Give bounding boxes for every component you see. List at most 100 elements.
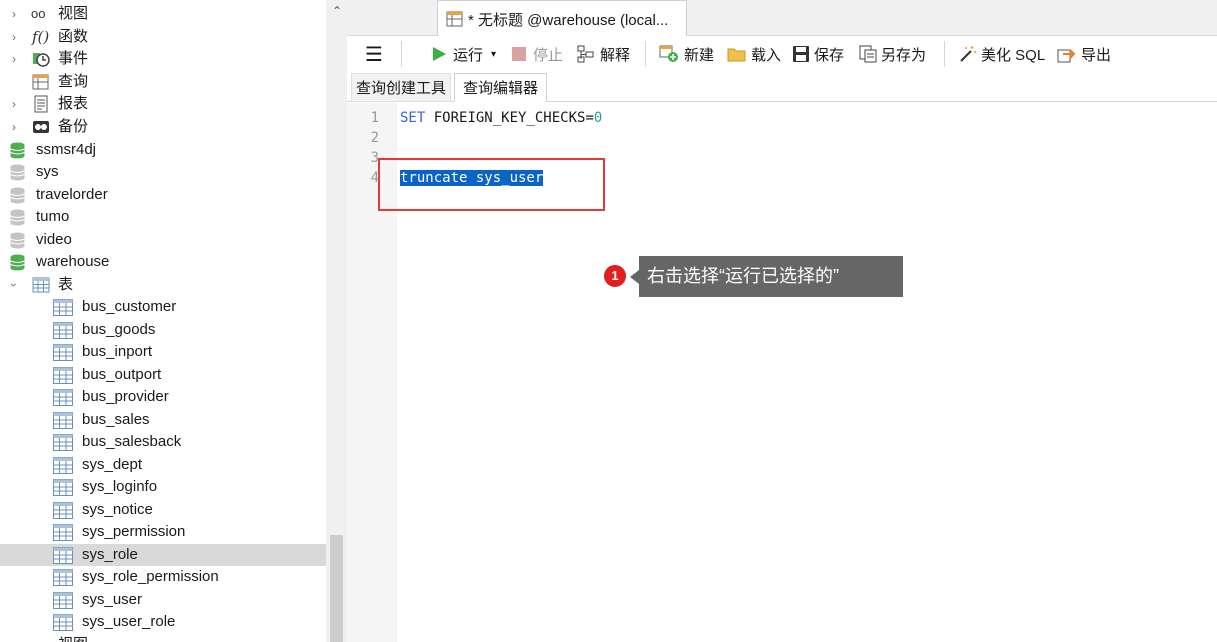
sidebar-scrollbar[interactable] [326,0,347,642]
tree-item-queries[interactable]: 查询 [0,71,326,94]
save-icon [793,46,809,62]
table-row[interactable]: sys_dept [0,454,326,477]
explain-label: 解释 [600,46,631,64]
run-button[interactable]: 运行 ▾ [431,43,496,65]
table-name: bus_outport [82,365,162,383]
table-name: sys_permission [82,523,186,541]
table-name: sys_notice [82,500,153,518]
folder-icon [727,48,746,62]
backup-icon [33,121,49,133]
database-open-icon [10,254,25,271]
tree-item-functions[interactable]: › f() 函数 [0,26,326,49]
tab-untitled-query[interactable]: * 无标题 @warehouse (local... [437,0,687,36]
table-icon [53,614,73,631]
beautify-sql-label: 美化 SQL [981,46,1046,64]
tree-item-views-partial[interactable]: 视图 [0,634,326,642]
table-name: bus_goods [82,320,156,338]
table-row[interactable]: bus_goods [0,319,326,342]
toolbar-separator [645,41,646,67]
scrollbar-thumb[interactable] [330,535,343,642]
annotation-step-badge: 1 [602,263,628,289]
query-window: ⌃ * 无标题 @warehouse (local... ☰ 运行 ▾ 停止 解… [332,0,1217,642]
beautify-sql-button[interactable]: 美化 SQL [957,43,1045,65]
tree-group-tables[interactable]: › 表 [0,274,326,297]
table-name: bus_customer [82,298,177,316]
chevron-up-icon[interactable]: ⌃ [329,4,345,18]
table-row[interactable]: sys_role_permission [0,566,326,589]
glasses-icon: oo [31,6,46,21]
line-number: 2 [370,130,379,146]
table-row[interactable]: sys_permission [0,521,326,544]
table-row[interactable]: bus_salesback [0,431,326,454]
tree-db-warehouse[interactable]: warehouse [0,251,326,274]
table-icon [53,569,73,586]
stop-button[interactable]: 停止 [512,43,563,65]
table-row[interactable]: bus_inport [0,341,326,364]
chevron-right-icon[interactable]: › [8,48,20,70]
dropdown-arrow-icon[interactable]: ▾ [491,49,496,60]
chevron-right-icon[interactable]: › [8,3,20,25]
table-row[interactable]: sys_role [0,543,326,566]
chevron-right-icon[interactable]: › [8,116,20,138]
query-icon [446,11,463,27]
export-button[interactable]: 导出 [1057,43,1111,65]
table-icon [53,366,73,384]
database-label: travelorder [36,186,108,204]
save-as-button[interactable]: 另存为 [859,43,926,65]
tree-item-views[interactable]: › oo 视图 [0,3,326,26]
table-icon [53,299,73,316]
table-name: sys_loginfo [82,478,158,496]
line-number: 4 [370,170,379,186]
save-button[interactable]: 保存 [792,43,844,65]
tree-item-label: 表 [58,276,74,294]
sql-keyword: SET [400,110,426,126]
chevron-right-icon[interactable]: › [8,93,20,115]
table-name: bus_sales [82,410,150,428]
database-open-icon [10,142,25,159]
tree-item-label: 备份 [58,118,89,136]
tree-db-video[interactable]: video [0,229,326,252]
tree-db-ssmsr4dj[interactable]: ssmsr4dj [0,139,326,162]
run-label: 运行 [453,46,484,64]
load-button[interactable]: 载入 [727,43,781,65]
tree-db-travelorder[interactable]: travelorder [0,184,326,207]
chevron-right-icon[interactable]: › [8,26,20,48]
table-row[interactable]: bus_customer [0,296,326,319]
table-row[interactable]: sys_notice [0,499,326,522]
table-row[interactable]: bus_provider [0,386,326,409]
table-icon [53,456,73,474]
tree-item-label: 视图 [58,634,88,642]
tab-query-builder[interactable]: 查询创建工具 [351,73,452,102]
tree-item-label: 报表 [58,95,89,113]
tree-item-backups[interactable]: › 备份 [0,116,326,139]
table-row[interactable]: bus_outport [0,364,326,387]
table-icon [53,546,73,564]
table-row[interactable]: sys_user [0,589,326,612]
chevron-down-icon[interactable]: › [3,279,25,291]
tab-strip: ⌃ * 无标题 @warehouse (local... [332,0,1217,36]
tab-query-editor[interactable]: 查询编辑器 [454,73,548,102]
table-row[interactable]: sys_loginfo [0,476,326,499]
tree-item-label: 函数 [58,28,89,46]
line-number: 3 [370,150,379,166]
tree-db-sys[interactable]: sys [0,161,326,184]
new-button[interactable]: 新建 [659,43,714,65]
annotation-pointer [630,270,639,284]
table-name: sys_user_role [82,613,176,631]
tree-db-tumo[interactable]: tumo [0,206,326,229]
table-icon [53,591,73,609]
tree-item-reports[interactable]: › 报表 [0,93,326,116]
code-line-1: SET FOREIGN_KEY_CHECKS=0 [400,110,602,126]
explain-button[interactable]: 解释 [577,43,630,65]
hamburger-icon[interactable]: ☰ [365,43,383,66]
stop-icon [512,47,526,61]
table-name: sys_role_permission [82,568,219,586]
table-icon [53,389,73,406]
tree-item-events[interactable]: › 事件 [0,48,326,71]
table-row[interactable]: sys_user_role [0,611,326,634]
table-icon [53,479,73,496]
magic-wand-icon [960,46,976,62]
table-name: bus_salesback [82,433,182,451]
table-row[interactable]: bus_sales [0,409,326,432]
table-name: sys_user [82,590,143,608]
